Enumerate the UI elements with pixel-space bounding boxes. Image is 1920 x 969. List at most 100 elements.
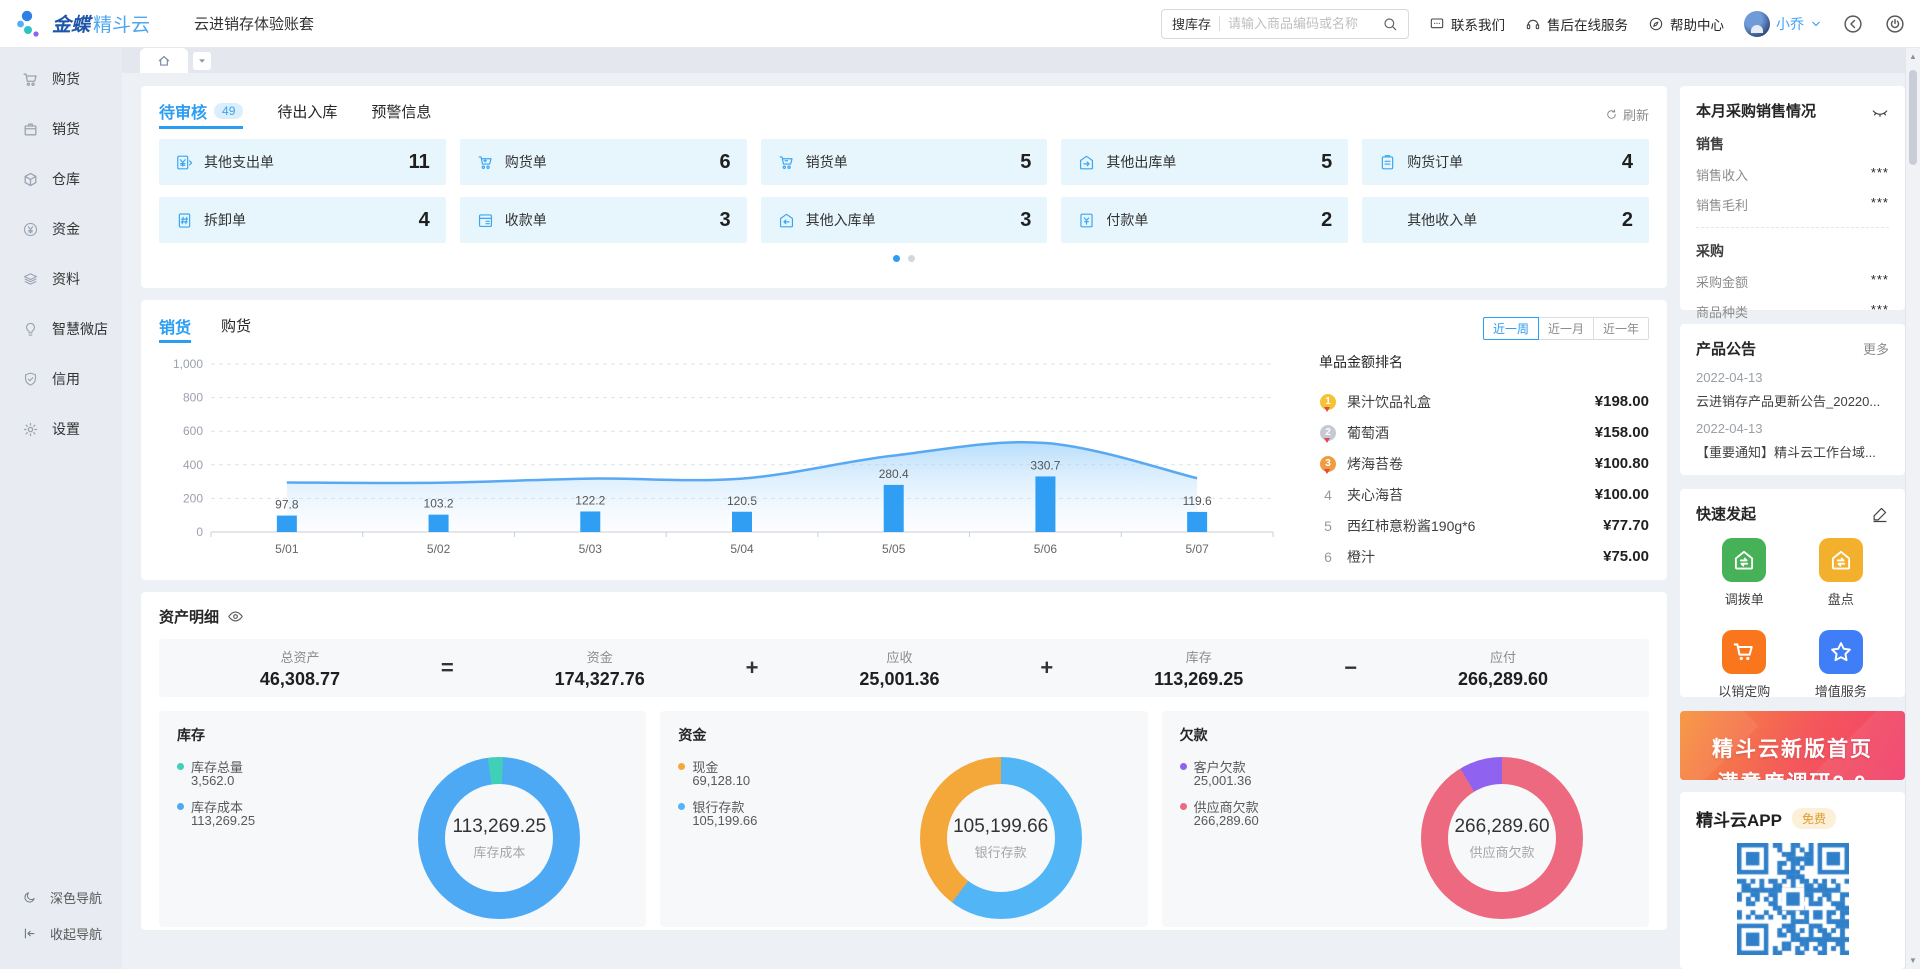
doc-card-disassembly[interactable]: 拆卸单 4 [159, 197, 446, 243]
doc-card-other-outbound[interactable]: 其他出库单 5 [1061, 139, 1348, 185]
item-amount-ranking: 单品金额排名 1 果汁饮品礼盒 ¥198.00 2 葡萄酒 ¥158.00 [1319, 346, 1649, 572]
panel-title: 资金 [678, 725, 1129, 745]
formula-label: 库存 [1154, 647, 1243, 666]
formula-label: 总资产 [260, 647, 340, 666]
quick-purchase-by-sales[interactable]: 以销定购 [1718, 630, 1770, 700]
home-tab[interactable] [140, 48, 188, 73]
quick-value-added-service[interactable]: 增值服务 [1815, 630, 1867, 700]
doc-card-other-income[interactable]: 其他收入单 2 [1362, 197, 1649, 243]
svg-text:330.7: 330.7 [1030, 458, 1060, 472]
formula-value: 266,289.60 [1458, 669, 1548, 690]
help-center-link[interactable]: 帮助中心 [1648, 14, 1724, 34]
svg-text:5/03: 5/03 [579, 542, 603, 556]
quick-transfer-order[interactable]: 调拨单 [1722, 538, 1766, 608]
tab-sales-trend[interactable]: 销货 [159, 314, 191, 343]
sidebar-item-smart-store[interactable]: 智慧微店 [0, 304, 122, 354]
doc-card-other-inbound[interactable]: 其他入库单 3 [761, 197, 1048, 243]
tab-label: 预警信息 [371, 101, 431, 122]
announcement-link[interactable]: 【重要通知】精斗云工作台域... [1696, 442, 1889, 461]
inventory-search[interactable]: 搜库存 [1161, 9, 1409, 39]
donut-center-label: 库存成本 [473, 842, 525, 861]
contact-us-label: 联系我们 [1451, 14, 1505, 34]
quick-item-label: 增值服务 [1815, 681, 1867, 700]
product-announcements-card: 产品公告 更多 2022-04-13 云进销存产品更新公告_20220... 2… [1680, 324, 1905, 475]
scroll-down-icon[interactable]: ▼ [1906, 956, 1920, 965]
more-link[interactable]: 更多 [1863, 339, 1889, 358]
search-input[interactable] [1228, 16, 1382, 31]
ranking-row[interactable]: 3 烤海苔卷 ¥100.80 [1319, 448, 1649, 479]
legend-dot [678, 803, 685, 810]
bronze-medal-icon: 3 [1320, 456, 1336, 472]
sidebar-item-warehouse[interactable]: 仓库 [0, 154, 122, 204]
scrollbar-thumb[interactable] [1909, 70, 1917, 165]
free-badge: 免费 [1792, 808, 1836, 829]
carousel-dot-1[interactable] [893, 255, 900, 262]
tab-label: 销货 [159, 320, 191, 337]
svg-text:119.6: 119.6 [1183, 494, 1212, 508]
doc-card-other-expense[interactable]: 其他支出单 11 [159, 139, 446, 185]
money-icon [22, 221, 39, 238]
sidebar-item-settings[interactable]: 设置 [0, 404, 122, 454]
power-icon[interactable] [1884, 13, 1906, 35]
survey-banner[interactable]: 精斗云新版首页 满意度调研2.0 全新首页已到来 期待收到您的反馈 [1680, 711, 1905, 780]
gold-medal-icon: 1 [1320, 394, 1336, 410]
doc-card-count: 5 [1020, 151, 1031, 174]
doc-card-payment[interactable]: 付款单 2 [1061, 197, 1348, 243]
legend-value: 3,562.0 [191, 773, 352, 788]
doc-card-purchase-request[interactable]: 购货订单 4 [1362, 139, 1649, 185]
doc-card-sales-order[interactable]: 销货单 5 [761, 139, 1048, 185]
ranking-item-name: 烤海苔卷 [1347, 454, 1595, 474]
svg-text:5/05: 5/05 [882, 542, 906, 556]
ranking-row[interactable]: 6 橙汁 ¥75.00 [1319, 541, 1649, 572]
doc-card-purchase-order[interactable]: 购货单 6 [460, 139, 747, 185]
quick-stocktake[interactable]: 盘点 [1819, 538, 1863, 608]
app-logo[interactable]: 金蝶 精斗云 [16, 8, 178, 40]
sidebar-item-sales[interactable]: 销货 [0, 104, 122, 154]
edit-icon[interactable] [1871, 505, 1889, 523]
contact-us-link[interactable]: 联系我们 [1429, 14, 1505, 34]
doc-card-label: 购货订单 [1407, 152, 1463, 172]
period-year-button[interactable]: 近一年 [1593, 317, 1649, 340]
refresh-button[interactable]: 刷新 [1605, 105, 1649, 124]
tab-pending-in-out[interactable]: 待出入库 [277, 101, 337, 128]
announcement-link[interactable]: 云进销存产品更新公告_20220... [1696, 391, 1889, 410]
dark-nav-toggle[interactable]: 深色导航 [0, 879, 122, 915]
materials-icon [22, 271, 39, 288]
ranking-row[interactable]: 2 葡萄酒 ¥158.00 [1319, 417, 1649, 448]
row-label: 采购金额 [1696, 272, 1748, 291]
search-icon[interactable] [1382, 16, 1398, 32]
scroll-up-icon[interactable]: ▲ [1906, 52, 1920, 61]
period-week-button[interactable]: 近一周 [1483, 317, 1539, 340]
store-icon [22, 321, 39, 338]
tab-pending-approval[interactable]: 待审核 49 [159, 99, 243, 129]
eye-icon[interactable] [227, 608, 244, 625]
period-month-button[interactable]: 近一月 [1538, 317, 1594, 340]
row-value-masked: *** [1871, 165, 1889, 184]
eye-closed-icon[interactable] [1871, 102, 1889, 120]
sidebar-item-purchase[interactable]: 购货 [0, 54, 122, 104]
sidebar-item-funds[interactable]: 资金 [0, 204, 122, 254]
chevron-down-icon [1810, 18, 1822, 30]
legend-dot [177, 803, 184, 810]
tab-dropdown-button[interactable] [193, 52, 211, 70]
user-menu[interactable]: 小乔 [1744, 11, 1822, 37]
svg-text:280.4: 280.4 [879, 467, 909, 481]
vertical-scrollbar[interactable]: ▲ ▼ [1905, 48, 1920, 969]
sidebar-item-credit[interactable]: 信用 [0, 354, 122, 404]
ranking-row[interactable]: 4 夹心海苔 ¥100.00 [1319, 479, 1649, 510]
dark-nav-label: 深色导航 [50, 888, 102, 907]
asset-detail-card: 资产明细 总资产 46,308.77 = 资金 174,327.76 + 应收 … [141, 592, 1667, 930]
avatar[interactable] [1744, 11, 1770, 37]
tab-warning-info[interactable]: 预警信息 [371, 101, 431, 128]
search-scope-label[interactable]: 搜库存 [1172, 14, 1211, 33]
back-icon[interactable] [1842, 13, 1864, 35]
ranking-row[interactable]: 5 西红柿意粉酱190g*6 ¥77.70 [1319, 510, 1649, 541]
sidebar-item-materials[interactable]: 资料 [0, 254, 122, 304]
tab-purchase-trend[interactable]: 购货 [221, 315, 251, 341]
doc-card-receipt[interactable]: 收款单 3 [460, 197, 747, 243]
carousel-dot-2[interactable] [908, 255, 915, 262]
collapse-nav-toggle[interactable]: 收起导航 [0, 915, 122, 951]
after-sales-service-link[interactable]: 售后在线服务 [1525, 14, 1628, 34]
ranking-row[interactable]: 1 果汁饮品礼盒 ¥198.00 [1319, 386, 1649, 417]
ranking-rank-number: 6 [1324, 549, 1332, 565]
